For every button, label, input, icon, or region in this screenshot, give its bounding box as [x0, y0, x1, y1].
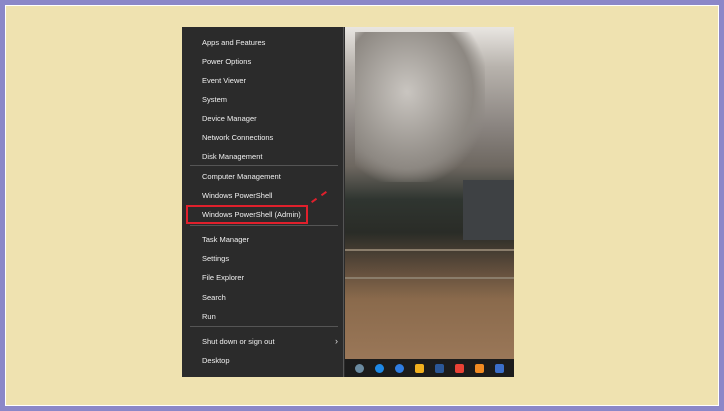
menu-item-desktop[interactable]: Desktop: [182, 351, 344, 370]
menu-item-file-explorer[interactable]: File Explorer: [182, 268, 344, 287]
mountain: [355, 32, 485, 182]
menu-item-computer-management[interactable]: Computer Management: [182, 167, 344, 186]
fence: [345, 249, 514, 279]
media-player-icon[interactable]: [475, 363, 485, 373]
screenshot: Apps and Features Power Options Event View…: [182, 27, 514, 377]
edge-icon[interactable]: [414, 363, 424, 373]
powershell-icon[interactable]: [495, 363, 505, 373]
word-icon[interactable]: [435, 363, 445, 373]
menu-item-windows-powershell-admin[interactable]: Windows PowerShell (Admin): [186, 205, 308, 224]
chrome-icon[interactable]: [455, 363, 465, 373]
menu-item-label: System: [202, 95, 228, 104]
menu-item-label: Network Connections: [202, 133, 274, 142]
menu-item-label: Computer Management: [202, 172, 281, 181]
taskbar: [345, 359, 514, 377]
menu-item-label: Run: [202, 312, 216, 321]
menu-item-search[interactable]: Search: [182, 288, 344, 307]
winx-menu: Apps and Features Power Options Event View…: [182, 27, 344, 377]
menu-item-label: Disk Management: [202, 152, 263, 161]
desktop-wallpaper: [345, 27, 514, 359]
menu-divider: [190, 225, 338, 226]
menu-item-network-connections[interactable]: Network Connections: [182, 128, 344, 147]
menu-item-run[interactable]: Run: [182, 307, 344, 326]
menu-item-label: Desktop: [202, 356, 230, 365]
menu-item-power-options[interactable]: Power Options: [182, 52, 344, 71]
menu-item-settings[interactable]: Settings: [182, 249, 344, 268]
menu-item-event-viewer[interactable]: Event Viewer: [182, 71, 344, 90]
menu-item-label: Apps and Features: [202, 38, 266, 47]
menu-item-label: Windows PowerShell: [202, 191, 273, 200]
menu-item-apps-and-features[interactable]: Apps and Features: [182, 33, 344, 52]
menu-item-system[interactable]: System: [182, 90, 344, 109]
menu-item-shut-down-or-sign-out[interactable]: Shut down or sign out ›: [182, 332, 344, 351]
menu-item-label: Settings: [202, 254, 230, 263]
menu-item-label: Task Manager: [202, 235, 250, 244]
menu-item-label: Power Options: [202, 57, 252, 66]
cabin: [463, 180, 514, 240]
menu-divider: [190, 326, 338, 327]
menu-item-label: Device Manager: [202, 114, 257, 123]
chevron-right-icon: ›: [335, 336, 338, 346]
menu-item-label: Search: [202, 293, 226, 302]
menu-item-label: Windows PowerShell (Admin): [202, 210, 301, 219]
menu-item-label: File Explorer: [202, 273, 245, 282]
chat-icon[interactable]: [394, 363, 404, 373]
task-view-icon[interactable]: [354, 363, 364, 373]
menu-item-disk-management[interactable]: Disk Management: [182, 147, 344, 166]
menu-divider: [190, 165, 338, 166]
cortana-icon[interactable]: [374, 363, 384, 373]
menu-item-label: Shut down or sign out: [202, 337, 275, 346]
menu-item-device-manager[interactable]: Device Manager: [182, 109, 344, 128]
menu-item-label: Event Viewer: [202, 76, 247, 85]
menu-item-task-manager[interactable]: Task Manager: [182, 230, 344, 249]
